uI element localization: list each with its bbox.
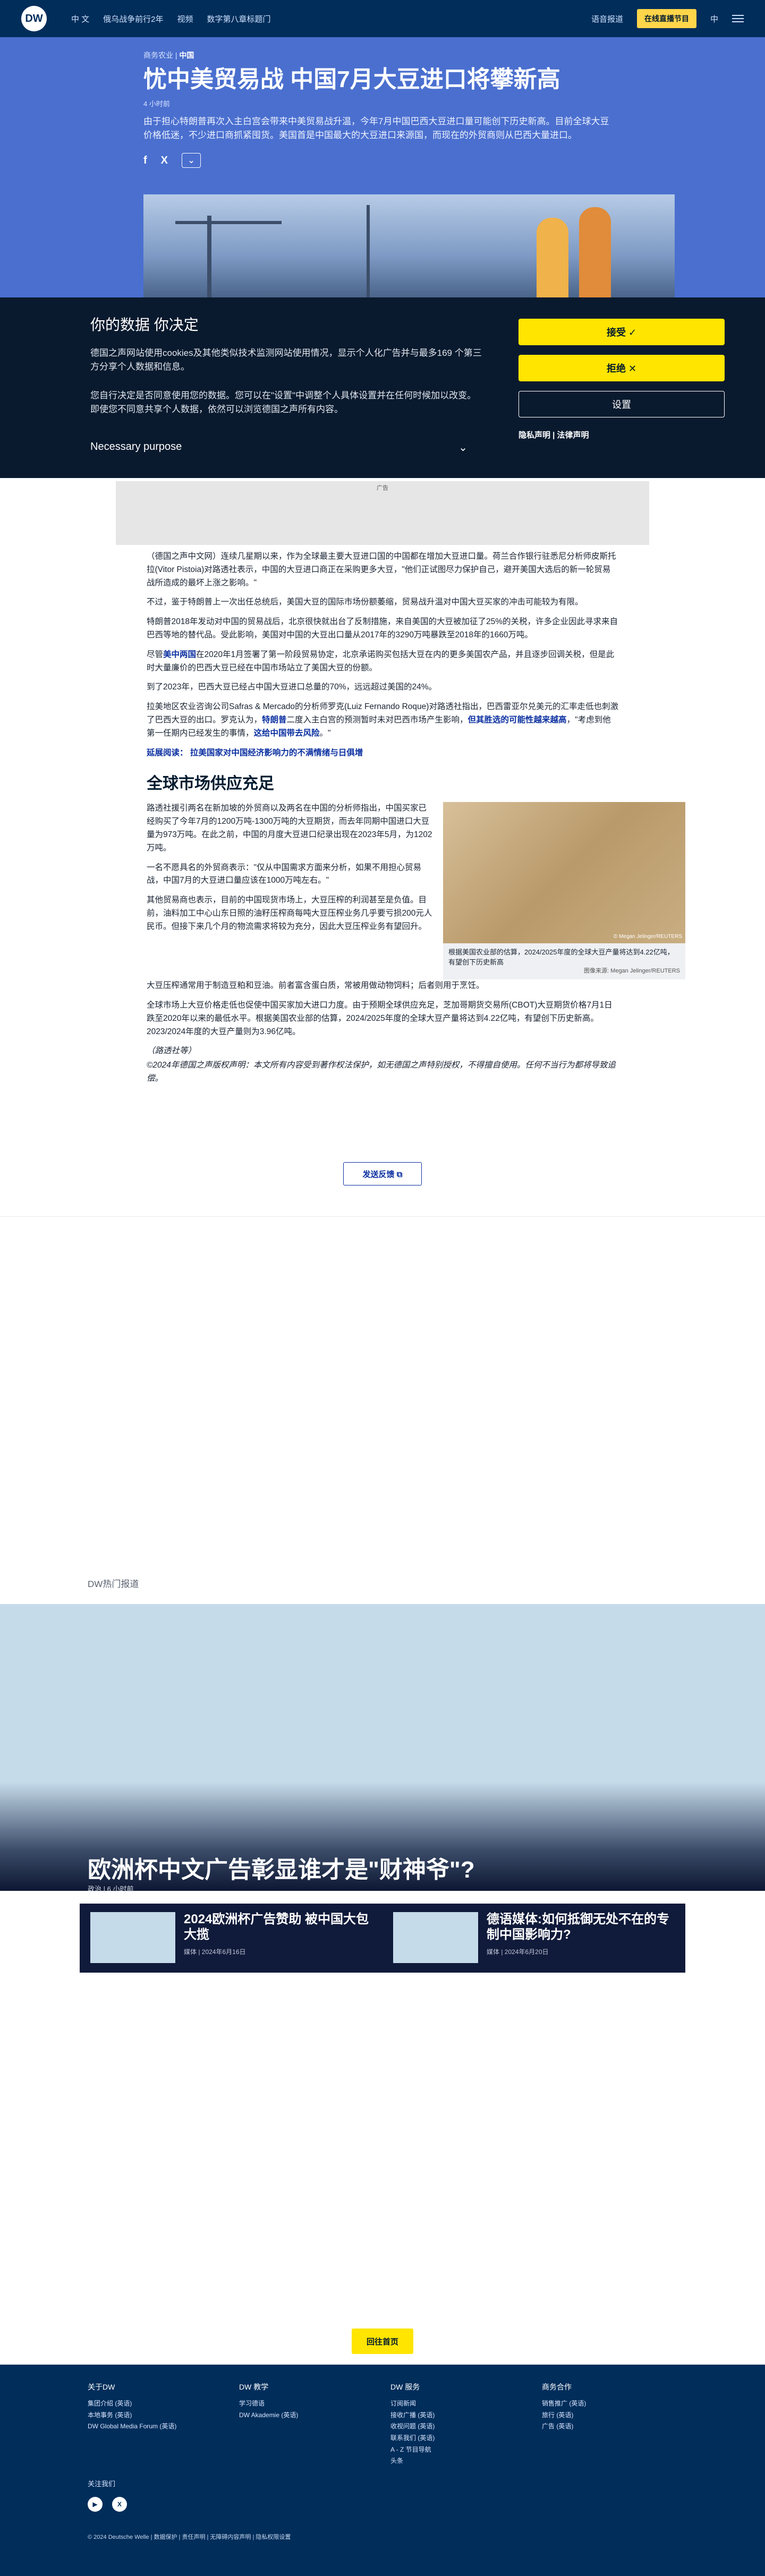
copyright-note: ©2024年德国之声版权声明：本文所有内容受到著作权法保护，如无德国之声特别授权…	[147, 1061, 616, 1083]
footer-link[interactable]: 接收广播 (英语)	[390, 2410, 435, 2421]
paragraph: 全球市场上大豆价格走低也促使中国买家加大进口力度。由于预期全球供应充足，芝加哥期…	[147, 1000, 613, 1036]
footer-column: DW 教学 学习德语 DW Akademie (英语)	[239, 2381, 298, 2421]
footer-link[interactable]: 头条	[390, 2455, 435, 2467]
popular-section-label: DW热门报道	[88, 1579, 139, 1589]
article-kicker: 商务农业 | 中国	[143, 51, 194, 59]
audio-link[interactable]: 语音报道	[591, 13, 623, 24]
paragraph: 拉美地区农业咨询公司Safras & Mercado的分析师罗克(Luiz Fe…	[147, 702, 618, 738]
settings-button[interactable]: 设置	[518, 391, 725, 417]
divider	[0, 1216, 765, 1217]
hamburger-menu-icon[interactable]	[732, 15, 744, 22]
footer-column: DW 服务 订阅新闻 接收广播 (英语) 收视问题 (英语) 联系我们 (英语)…	[390, 2381, 435, 2467]
facebook-share-icon[interactable]: f	[143, 155, 147, 167]
article-time: 4 小时前	[143, 99, 170, 108]
footer-link[interactable]: 收视问题 (英语)	[390, 2421, 435, 2433]
footer-link[interactable]: 销售推广 (英语)	[542, 2398, 586, 2410]
x-icon[interactable]: X	[112, 2497, 127, 2512]
nav-links: 中 文 俄乌战争前行2年 视频 数字第八章标题门	[71, 13, 271, 24]
footer-link[interactable]: 联系我们 (英语)	[390, 2433, 435, 2444]
consent-text: 您自行决定是否同意使用您的数据。您可以在"设置"中调整个人具体设置并在任何时候加…	[90, 390, 477, 415]
source-note: （路透社等）	[147, 1046, 197, 1056]
article-hero: 商务农业 | 中国 忧中美贸易战 中国7月大豆进口将攀新高 4 小时前 由于担心…	[0, 37, 765, 297]
related-link[interactable]: 拉美国家对中国经济影响力的不满情绪与日俱增	[190, 748, 363, 757]
paragraph: （德国之声中文网）连续几星期以来，作为全球最主要大豆进口国的中国都在增加大豆进口…	[147, 552, 616, 587]
paragraph: 路透社援引两名在新加坡的外贸商以及两名在中国的分析师指出，中国买家已经购买了今年…	[147, 804, 432, 852]
card-meta: 媒体 | 2024年6月16日	[184, 1948, 246, 1956]
back-to-home-button[interactable]: 回往首页	[352, 2328, 413, 2354]
language-switch[interactable]: 中	[710, 13, 718, 24]
card-title: 德语媒体:如何抵御无处不在的专制中国影响力?	[487, 1912, 669, 1942]
paragraph: 其他贸易商也表示，目前的中国现货市场上，大豆压榨的利润甚至是负值。目前，油料加工…	[147, 895, 432, 931]
popular-card[interactable]: 德语媒体:如何抵御无处不在的专制中国影响力? 媒体 | 2024年6月20日	[382, 1904, 685, 1973]
paragraph: 到了2023年，巴西大豆已经占中国大豆进口总量的70%，远远超过美国的24%。	[147, 683, 437, 692]
popular-card[interactable]: 2024欧洲杯广告赞助 被中国大包大揽 媒体 | 2024年6月16日	[80, 1904, 382, 1973]
soybean-field-image[interactable]: © Megan Jelinger/REUTERS	[443, 802, 685, 944]
nav-link[interactable]: 视频	[177, 13, 193, 24]
topic-link[interactable]: 中国	[179, 51, 194, 59]
inline-link[interactable]: 特朗普	[262, 715, 287, 724]
article-body: （德国之声中文网）连续几星期以来，作为全球最主要大豆进口国的中国都在增加大豆进口…	[147, 550, 685, 1092]
popular-hero-image[interactable]	[0, 1604, 765, 1891]
article-figure: © Megan Jelinger/REUTERS 根据美国农业部的估算，2024…	[443, 802, 685, 980]
paragraph: 一名不愿具名的外贸商表示："仅从中国需求方面来分析，如果不用担心贸易战，中国7月…	[147, 863, 422, 885]
image-credit: 图像来源: Megan Jelinger/REUTERS	[584, 967, 680, 974]
paragraph: 大豆压榨通常用于制造豆粕和豆油。前者富含蛋白质，常被用做动物饲料；后者则用于烹饪…	[147, 981, 484, 991]
inline-link[interactable]: 但其胜选的可能性越来越高	[468, 715, 567, 724]
article-headline: 忧中美贸易战 中国7月大豆进口将攀新高	[143, 66, 560, 92]
popular-headline[interactable]: 欧洲杯中文广告彰显谁才是"财神爷"?	[88, 1850, 475, 1884]
footer-column: 关于DW 集团介绍 (英语) 本地事务 (英语) DW Global Media…	[88, 2381, 176, 2433]
paragraph: 尽管美中两国在2020年1月签署了第一阶段贸易协定，北京承诺购买包括大豆在内的更…	[147, 650, 615, 672]
article-lead: 由于担心特朗普再次入主白宫会带来中美贸易战升温，今年7月中国巴西大豆进口量可能创…	[143, 116, 609, 141]
footer-link[interactable]: 订阅新闻	[390, 2398, 435, 2410]
consent-text: 德国之声网站使用cookies及其他类似技术监测网站使用情况，显示个人化广告并与…	[90, 348, 482, 372]
paragraph: 特朗普2018年发动对中国的贸易战后，北京很快就出台了反制措施，来自美国的大豆被…	[147, 617, 618, 639]
reject-button[interactable]: 拒绝 ✕	[518, 355, 725, 381]
footer-link[interactable]: 本地事务 (英语)	[88, 2410, 176, 2421]
ad-slot[interactable]: 广告	[116, 481, 649, 545]
nav-link[interactable]: 俄乌战争前行2年	[103, 13, 163, 24]
accept-button[interactable]: 接受 ✓	[518, 319, 725, 345]
cookie-consent-banner: 你的数据 你决定 德国之声网站使用cookies及其他类似技术监测网站使用情况，…	[0, 297, 765, 478]
popular-meta: 政治 | 6 小时前	[88, 1885, 134, 1893]
chevron-down-icon: ⌄	[458, 442, 468, 454]
card-thumbnail	[393, 1912, 478, 1963]
footer-link[interactable]: 集团介绍 (英语)	[88, 2398, 176, 2410]
card-title: 2024欧洲杯广告赞助 被中国大包大揽	[184, 1912, 369, 1942]
inline-link[interactable]: 美中两国	[163, 650, 196, 659]
footer-legal[interactable]: © 2024 Deutsche Welle | 数据保护 | 责任声明 | 无障…	[88, 2532, 291, 2541]
follow-us: 关注我们 ▶ X	[88, 2478, 127, 2512]
card-meta: 媒体 | 2024年6月20日	[487, 1948, 549, 1956]
nav-link[interactable]: 数字第八章标题门	[207, 13, 271, 24]
nav-right: 语音报道 在线直播节目 中	[591, 9, 744, 28]
paragraph: 不过，鉴于特朗普上一次出任总统后，美国大豆的国际市场份额萎缩，贸易战升温对中国大…	[147, 598, 583, 607]
related-reading: 延展阅读： 拉美国家对中国经济影响力的不满情绪与日俱增	[147, 748, 363, 757]
footer-link[interactable]: A - Z 节目导航	[390, 2444, 435, 2456]
nav-link[interactable]: 中 文	[71, 13, 89, 24]
necessary-purpose-toggle[interactable]: Necessary purpose ⌄	[90, 441, 468, 454]
hero-image	[143, 194, 675, 297]
footer-link[interactable]: DW Akademie (英语)	[239, 2410, 298, 2421]
footer-link[interactable]: 广告 (英语)	[542, 2421, 586, 2433]
send-feedback-button[interactable]: 发送反馈 ⧉	[343, 1162, 422, 1185]
footer-link[interactable]: 旅行 (英语)	[542, 2410, 586, 2421]
inline-link[interactable]: 这给中国带去风险	[254, 729, 320, 738]
share-bar: f X ⌄	[143, 153, 675, 168]
top-navigation: DW 中 文 俄乌战争前行2年 视频 数字第八章标题门 语音报道 在线直播节目 …	[0, 0, 765, 37]
popular-cards: 2024欧洲杯广告赞助 被中国大包大揽 媒体 | 2024年6月16日 德语媒体…	[80, 1904, 685, 1973]
footer-link[interactable]: DW Global Media Forum (英语)	[88, 2421, 176, 2433]
live-button[interactable]: 在线直播节目	[636, 9, 696, 28]
more-share-chevron-icon[interactable]: ⌄	[182, 153, 201, 168]
site-footer: 关于DW 集团介绍 (英语) 本地事务 (英语) DW Global Media…	[0, 2365, 765, 2576]
section-heading: 全球市场供应充足	[147, 775, 274, 793]
youtube-icon[interactable]: ▶	[88, 2497, 103, 2512]
x-share-icon[interactable]: X	[161, 155, 168, 167]
consent-title: 你的数据 你决定	[90, 317, 199, 333]
figure-caption: 根据美国农业部的估算，2024/2025年度的全球大豆产量将达到4.22亿吨，有…	[443, 943, 685, 980]
card-thumbnail	[90, 1912, 175, 1963]
image-watermark: © Megan Jelinger/REUTERS	[613, 934, 682, 940]
footer-column: 商务合作 销售推广 (英语) 旅行 (英语) 广告 (英语)	[542, 2381, 586, 2433]
dw-logo[interactable]: DW	[21, 6, 47, 31]
footer-link[interactable]: 学习德语	[239, 2398, 298, 2410]
consent-links[interactable]: 隐私声明 | 法律声明	[518, 429, 589, 440]
